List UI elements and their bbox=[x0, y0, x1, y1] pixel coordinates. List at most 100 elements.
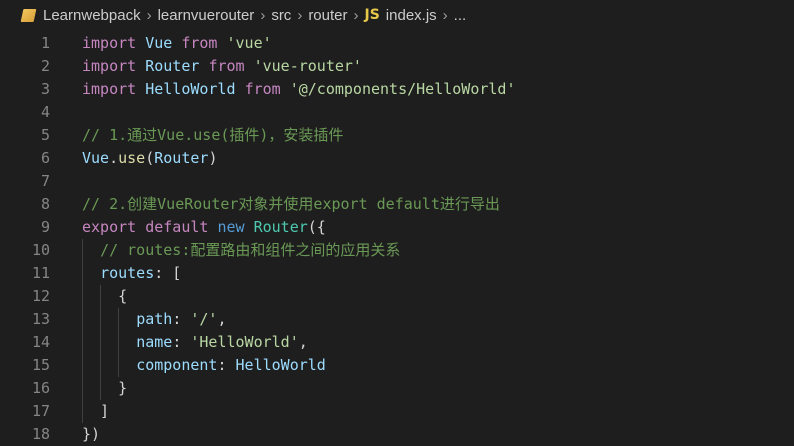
code-editor[interactable]: 1 import Vue from 'vue' 2 import Router fro… bbox=[0, 32, 794, 446]
line-number: 5 bbox=[40, 126, 50, 144]
line-number: 16 bbox=[31, 379, 50, 397]
code-token: default bbox=[145, 218, 209, 236]
line-number: 12 bbox=[31, 287, 50, 305]
code-line[interactable]: 1 import Vue from 'vue' bbox=[0, 32, 794, 55]
code-line[interactable]: 16 } bbox=[0, 377, 794, 400]
line-number: 14 bbox=[31, 333, 50, 351]
code-text: import Vue from 'vue' bbox=[82, 32, 272, 55]
code-line[interactable]: 9 export default new Router({ bbox=[0, 216, 794, 239]
code-token: // 2.创建VueRouter对象并使用export default进行导出 bbox=[82, 195, 500, 213]
code-text: // routes:配置路由和组件之间的应用关系 bbox=[82, 239, 400, 262]
breadcrumb-item-folder[interactable]: learnvuerouter bbox=[158, 7, 255, 24]
breadcrumb-item-file[interactable]: index.js bbox=[386, 7, 437, 24]
code-token: ) bbox=[208, 149, 218, 167]
line-number: 6 bbox=[40, 149, 50, 167]
code-token: Vue bbox=[82, 149, 110, 167]
code-line[interactable]: 11 routes: [ bbox=[0, 262, 794, 285]
code-token: routes bbox=[100, 264, 155, 282]
code-token: } bbox=[82, 379, 128, 397]
code-text: import Router from 'vue-router' bbox=[82, 55, 362, 78]
folder-icon bbox=[20, 8, 37, 22]
code-token: ({ bbox=[307, 218, 326, 236]
code-line[interactable]: 10 // routes:配置路由和组件之间的应用关系 bbox=[0, 239, 794, 262]
code-line[interactable]: 5 // 1.通过Vue.use(插件)，安装插件 bbox=[0, 124, 794, 147]
code-text: ] bbox=[82, 400, 109, 423]
code-token: 'vue-router' bbox=[253, 57, 362, 75]
code-line[interactable]: 6 Vue.use(Router) bbox=[0, 147, 794, 170]
code-token: Router bbox=[154, 149, 209, 167]
code-token: ] bbox=[82, 402, 110, 420]
code-token: path bbox=[136, 310, 173, 328]
code-token: '@/components/HelloWorld' bbox=[289, 80, 516, 98]
chevron-right-icon: › bbox=[146, 6, 152, 24]
line-number: 4 bbox=[40, 103, 50, 121]
line-number: 13 bbox=[31, 310, 50, 328]
code-token: import bbox=[82, 80, 137, 98]
code-text: name: 'HelloWorld', bbox=[82, 331, 308, 354]
chevron-right-icon: › bbox=[297, 6, 303, 24]
code-token: : [ bbox=[154, 264, 182, 282]
code-line[interactable]: 13 path: '/', bbox=[0, 308, 794, 331]
chevron-right-icon: › bbox=[442, 6, 448, 24]
code-text: import HelloWorld from '@/components/Hel… bbox=[82, 78, 516, 101]
code-token: component bbox=[136, 356, 218, 374]
code-text: export default new Router({ bbox=[82, 216, 326, 239]
line-number: 7 bbox=[40, 172, 50, 190]
code-token: HelloWorld bbox=[145, 80, 236, 98]
code-token: from bbox=[181, 34, 218, 52]
code-line[interactable]: 18}) bbox=[0, 423, 794, 446]
breadcrumb-item-src[interactable]: src bbox=[271, 7, 291, 24]
code-line[interactable]: 4 bbox=[0, 101, 794, 124]
breadcrumb: Learnwebpack › learnvuerouter › src › ro… bbox=[0, 0, 794, 30]
chevron-right-icon: › bbox=[353, 6, 359, 24]
code-line[interactable]: 3 import HelloWorld from '@/components/He… bbox=[0, 78, 794, 101]
chevron-right-icon: › bbox=[260, 6, 266, 24]
code-line[interactable]: 14 name: 'HelloWorld', bbox=[0, 331, 794, 354]
code-line[interactable]: 8 // 2.创建VueRouter对象并使用export default进行导出 bbox=[0, 193, 794, 216]
code-token: : bbox=[172, 333, 191, 351]
code-token: ( bbox=[145, 149, 155, 167]
code-line[interactable]: 12 { bbox=[0, 285, 794, 308]
code-token: // 1.通过Vue.use(插件)，安装插件 bbox=[82, 126, 344, 144]
code-token: Vue bbox=[145, 34, 173, 52]
code-line[interactable]: 2 import Router from 'vue-router' bbox=[0, 55, 794, 78]
code-text: } bbox=[82, 377, 127, 400]
code-text: }) bbox=[82, 423, 100, 446]
line-number: 2 bbox=[40, 57, 50, 75]
line-number: 3 bbox=[40, 80, 50, 98]
line-number: 18 bbox=[31, 425, 50, 443]
js-file-icon: JS bbox=[364, 7, 380, 23]
line-number: 15 bbox=[31, 356, 50, 374]
code-text: { bbox=[82, 285, 127, 308]
line-number: 9 bbox=[40, 218, 50, 236]
breadcrumb-item-project[interactable]: Learnwebpack bbox=[43, 7, 141, 24]
code-token: 'HelloWorld' bbox=[190, 333, 299, 351]
code-text: Vue.use(Router) bbox=[82, 147, 217, 170]
code-token: from bbox=[244, 80, 281, 98]
code-token: { bbox=[82, 287, 128, 305]
breadcrumb-more[interactable]: ... bbox=[454, 7, 467, 24]
code-token: 'vue' bbox=[226, 34, 272, 52]
code-token: import bbox=[82, 34, 137, 52]
code-token: export bbox=[82, 218, 137, 236]
code-text: path: '/', bbox=[82, 308, 227, 331]
code-line[interactable]: 7 bbox=[0, 170, 794, 193]
line-number: 1 bbox=[40, 34, 50, 52]
code-line[interactable]: 17 ] bbox=[0, 400, 794, 423]
code-token: , bbox=[217, 310, 227, 328]
line-number: 17 bbox=[31, 402, 50, 420]
code-line[interactable]: 15 component: HelloWorld bbox=[0, 354, 794, 377]
code-token: : bbox=[172, 310, 191, 328]
breadcrumb-item-router[interactable]: router bbox=[308, 7, 347, 24]
line-number: 11 bbox=[31, 264, 50, 282]
